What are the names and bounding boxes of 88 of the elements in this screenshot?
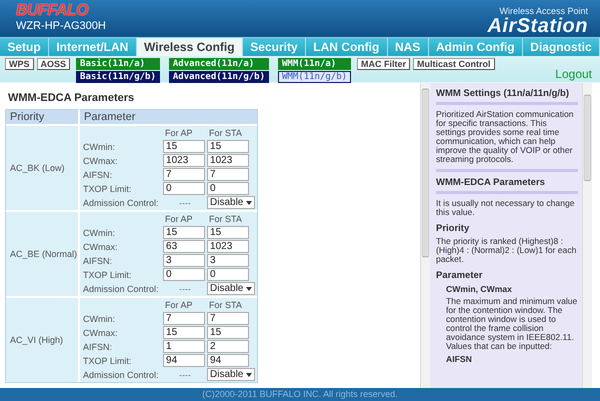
empty-value: ---- — [179, 282, 192, 294]
subnav-link[interactable]: Basic(11n/g/b) — [76, 71, 160, 83]
param-label: CWmax: — [83, 154, 118, 166]
caret-icon — [246, 200, 252, 204]
product-line: Wireless Access Point — [499, 6, 588, 16]
subnav-link[interactable]: WMM(11n/g/b) — [278, 71, 352, 83]
input-field[interactable]: 15 — [207, 226, 250, 239]
help-subheading: AIFSN — [446, 354, 473, 364]
subnav-button[interactable]: WPS — [5, 58, 34, 70]
param-label: AIFSN: — [83, 168, 112, 180]
copyright-text: (C)2000-2011 BUFFALO INC. All rights reserved. — [202, 388, 398, 401]
column-label: For STA — [208, 213, 242, 225]
column-label: For AP — [164, 127, 193, 139]
input-field[interactable]: 63 — [163, 240, 206, 253]
column-label: For STA — [208, 127, 242, 139]
column-label: For AP — [164, 213, 193, 225]
input-field[interactable]: 94 — [207, 354, 250, 367]
param-label: AIFSN: — [83, 340, 112, 352]
caret-icon — [246, 286, 252, 290]
scroll-thumb[interactable] — [422, 88, 430, 258]
param-label: CWmax: — [83, 326, 118, 338]
help-text: The maximum and minimum value for the contention window. The contention window is used to control the frame collision avoidance system in IEEE802.11. Values that can be inputted: — [446, 297, 578, 351]
param-label: TXOP Limit: — [83, 182, 132, 194]
input-field[interactable]: 0 — [163, 268, 206, 281]
input-field[interactable]: 0 — [207, 268, 250, 281]
empty-value: ---- — [179, 196, 192, 208]
priority-cell: AC_BE (Normal) — [6, 210, 80, 296]
input-field[interactable]: 3 — [163, 254, 206, 267]
subnav-link[interactable]: Advanced(11n/a) — [168, 58, 270, 70]
dropdown[interactable]: Disable — [207, 368, 256, 381]
column-label: For STA — [208, 299, 242, 311]
input-field[interactable]: 94 — [163, 354, 206, 367]
input-field[interactable]: 15 — [163, 226, 206, 239]
input-field[interactable]: 7 — [207, 168, 250, 181]
param-label: CWmin: — [83, 312, 116, 324]
input-field[interactable]: 15 — [207, 140, 250, 153]
help-heading: Parameter — [436, 270, 484, 281]
param-label: TXOP Limit: — [83, 268, 132, 280]
brand-logo: BUFFALO — [16, 2, 90, 19]
input-field[interactable]: 2 — [207, 340, 250, 353]
help-text: It is usually not necessary to change this value. — [436, 199, 576, 217]
input-field[interactable]: 15 — [207, 326, 250, 339]
param-label: Admission Control: — [83, 282, 159, 294]
priority-cell: AC_BK (Low) — [6, 124, 80, 210]
dropdown[interactable]: Disable — [207, 196, 256, 209]
input-field[interactable]: 15 — [163, 140, 206, 153]
input-field[interactable]: 1023 — [207, 154, 250, 167]
subnav-link[interactable]: Basic(11n/a) — [76, 58, 160, 70]
subnav-link[interactable]: Advanced(11n/g/b) — [168, 71, 270, 83]
input-field[interactable]: 15 — [163, 326, 206, 339]
help-title: WMM-EDCA Parameters — [436, 169, 578, 194]
input-field[interactable]: 7 — [207, 312, 250, 325]
column-header: Priority — [6, 109, 80, 124]
caret-icon — [246, 372, 252, 376]
section-title: WMM-EDCA Parameters — [8, 92, 136, 105]
input-field[interactable]: 7 — [163, 168, 206, 181]
help-heading: Priority — [436, 223, 470, 234]
param-label: CWmin: — [83, 226, 116, 238]
product-logo: AirStation — [487, 16, 588, 36]
param-label: CWmax: — [83, 240, 118, 252]
input-field[interactable]: 0 — [163, 182, 206, 195]
subnav-link[interactable]: WMM(11n/a) — [278, 58, 352, 70]
subnav-button[interactable]: MAC Filter — [357, 58, 410, 70]
input-field[interactable]: 0 — [207, 182, 250, 195]
model-name: WZR-HP-AG300H — [16, 20, 106, 33]
help-text: The priority is ranked (Highest)8 : (High)4 : (Normal)2 : (Low)1 for each packet. — [436, 237, 578, 264]
scroll-thumb[interactable] — [584, 94, 592, 181]
dropdown[interactable]: Disable — [207, 282, 256, 295]
column-header: Parameter — [80, 109, 258, 124]
param-label: TXOP Limit: — [83, 354, 132, 366]
help-title: WMM Settings (11n/a/11n/g/b) — [436, 86, 578, 105]
help-text: Prioritized AirStation communication for specific transactions. This settings provides some real time communication, which can help improve the quality of VOIP or other streaming protocols. — [436, 110, 575, 164]
param-label: AIFSN: — [83, 254, 112, 266]
param-label: Admission Control: — [83, 196, 159, 208]
nav-tab[interactable]: Wireless Config — [136, 38, 243, 56]
input-field[interactable]: 1023 — [207, 240, 250, 253]
input-field[interactable]: 1023 — [163, 154, 206, 167]
param-label: Admission Control: — [83, 368, 159, 380]
subnav-button[interactable]: Multicast Control — [413, 58, 495, 70]
input-field[interactable]: 1 — [163, 340, 206, 353]
param-label: CWmin: — [83, 140, 116, 152]
empty-value: ---- — [179, 368, 192, 380]
priority-cell: AC_VI (High) — [6, 296, 80, 382]
input-field[interactable]: 3 — [207, 254, 250, 267]
column-label: For AP — [164, 299, 193, 311]
input-field[interactable]: 7 — [163, 312, 206, 325]
help-subheading: CWmin, CWmax — [446, 284, 513, 294]
subnav-button[interactable]: AOSS — [36, 58, 70, 70]
